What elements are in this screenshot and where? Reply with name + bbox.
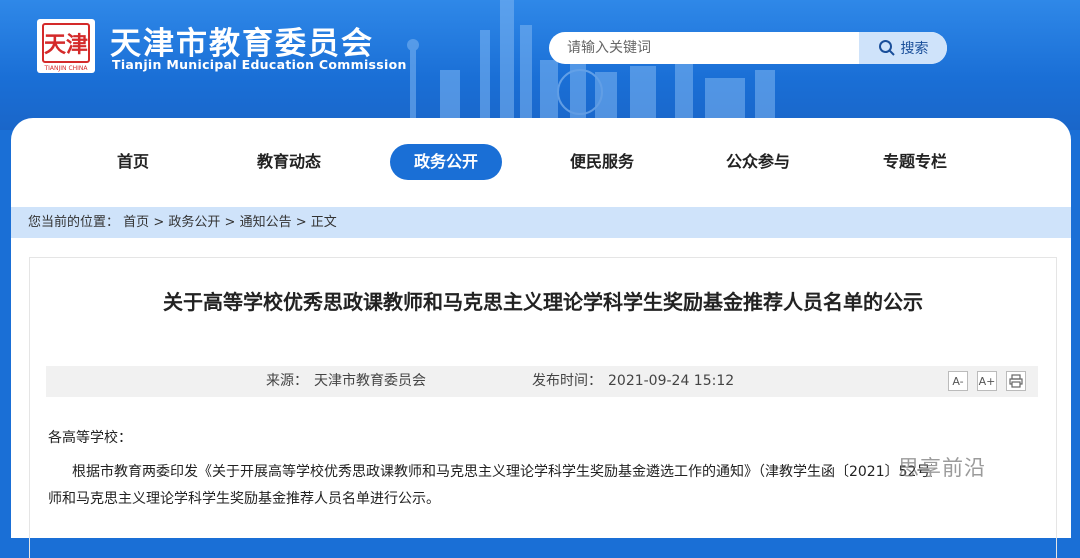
breadcrumb-home[interactable]: 首页 <box>123 215 149 230</box>
nav-item-public-services[interactable]: 便民服务 <box>546 144 658 180</box>
breadcrumb-separator: > <box>153 215 165 230</box>
source-value: 天津市教育委员会 <box>314 373 426 389</box>
site-subtitle: Tianjin Municipal Education Commission <box>112 57 407 72</box>
nav-item-home[interactable]: 首页 <box>77 144 189 180</box>
watermark-text: 思享前沿 <box>898 456 986 480</box>
breadcrumb-notices[interactable]: 通知公告 <box>240 215 292 230</box>
search-bar: 搜索 <box>549 32 947 64</box>
breadcrumb-government-affairs[interactable]: 政务公开 <box>168 215 220 230</box>
font-increase-button[interactable]: A+ <box>977 371 997 391</box>
nav-item-government-affairs[interactable]: 政务公开 <box>390 144 502 180</box>
logo-tag: TIANJIN CHINA <box>43 65 88 72</box>
font-increase-icon: A+ <box>978 375 996 388</box>
logo-seal-icon: 天津 TIANJIN CHINA <box>42 23 90 72</box>
font-decrease-icon: A- <box>952 375 964 388</box>
print-button[interactable] <box>1006 371 1026 391</box>
article-meta-bar: 来源： 天津市教育委员会 发布时间： 2021-09-24 15:12 A- A… <box>46 366 1038 397</box>
breadcrumb-separator: > <box>224 215 236 230</box>
nav-item-public-participation[interactable]: 公众参与 <box>702 144 814 180</box>
breadcrumb: 您当前的位置： 首页 > 政务公开 > 通知公告 > 正文 <box>11 207 1071 238</box>
search-icon <box>878 40 895 56</box>
article-paragraph-line: 师和马克思主义理论学科学生奖励基金推荐人员名单进行公示。 <box>48 491 440 507</box>
nav-item-education-news[interactable]: 教育动态 <box>233 144 345 180</box>
breadcrumb-separator: > <box>295 215 307 230</box>
article: 关于高等学校优秀思政课教师和马克思主义理论学科学生奖励基金推荐人员名单的公示 来… <box>29 257 1057 558</box>
breadcrumb-prefix: 您当前的位置： <box>28 215 120 230</box>
article-title: 关于高等学校优秀思政课教师和马克思主义理论学科学生奖励基金推荐人员名单的公示 <box>163 290 923 314</box>
date-value: 2021-09-24 15:12 <box>608 373 735 389</box>
site-logo[interactable]: 天津 TIANJIN CHINA <box>37 19 95 73</box>
breadcrumb-current: 正文 <box>310 215 337 230</box>
search-input[interactable] <box>549 32 885 64</box>
main-nav: 首页 教育动态 政务公开 便民服务 公众参与 专题专栏 <box>11 138 1071 186</box>
search-button[interactable]: 搜索 <box>859 32 947 64</box>
logo-text: 天津 <box>44 32 88 58</box>
nav-item-special-topics[interactable]: 专题专栏 <box>859 144 971 180</box>
search-button-label: 搜索 <box>900 41 929 57</box>
font-decrease-button[interactable]: A- <box>948 371 968 391</box>
header-banner: 天津 TIANJIN CHINA 天津市教育委员会 Tianjin Munici… <box>0 0 1080 130</box>
date-label: 发布时间： <box>532 373 602 389</box>
print-icon <box>1009 374 1023 388</box>
source-label: 来源： <box>266 373 308 389</box>
article-paragraph-line: 根据市教育两委印发《关于开展高等学校优秀思政课教师和马克思主义理论学科学生奖励基… <box>72 464 932 480</box>
article-salutation: 各高等学校： <box>48 430 132 446</box>
